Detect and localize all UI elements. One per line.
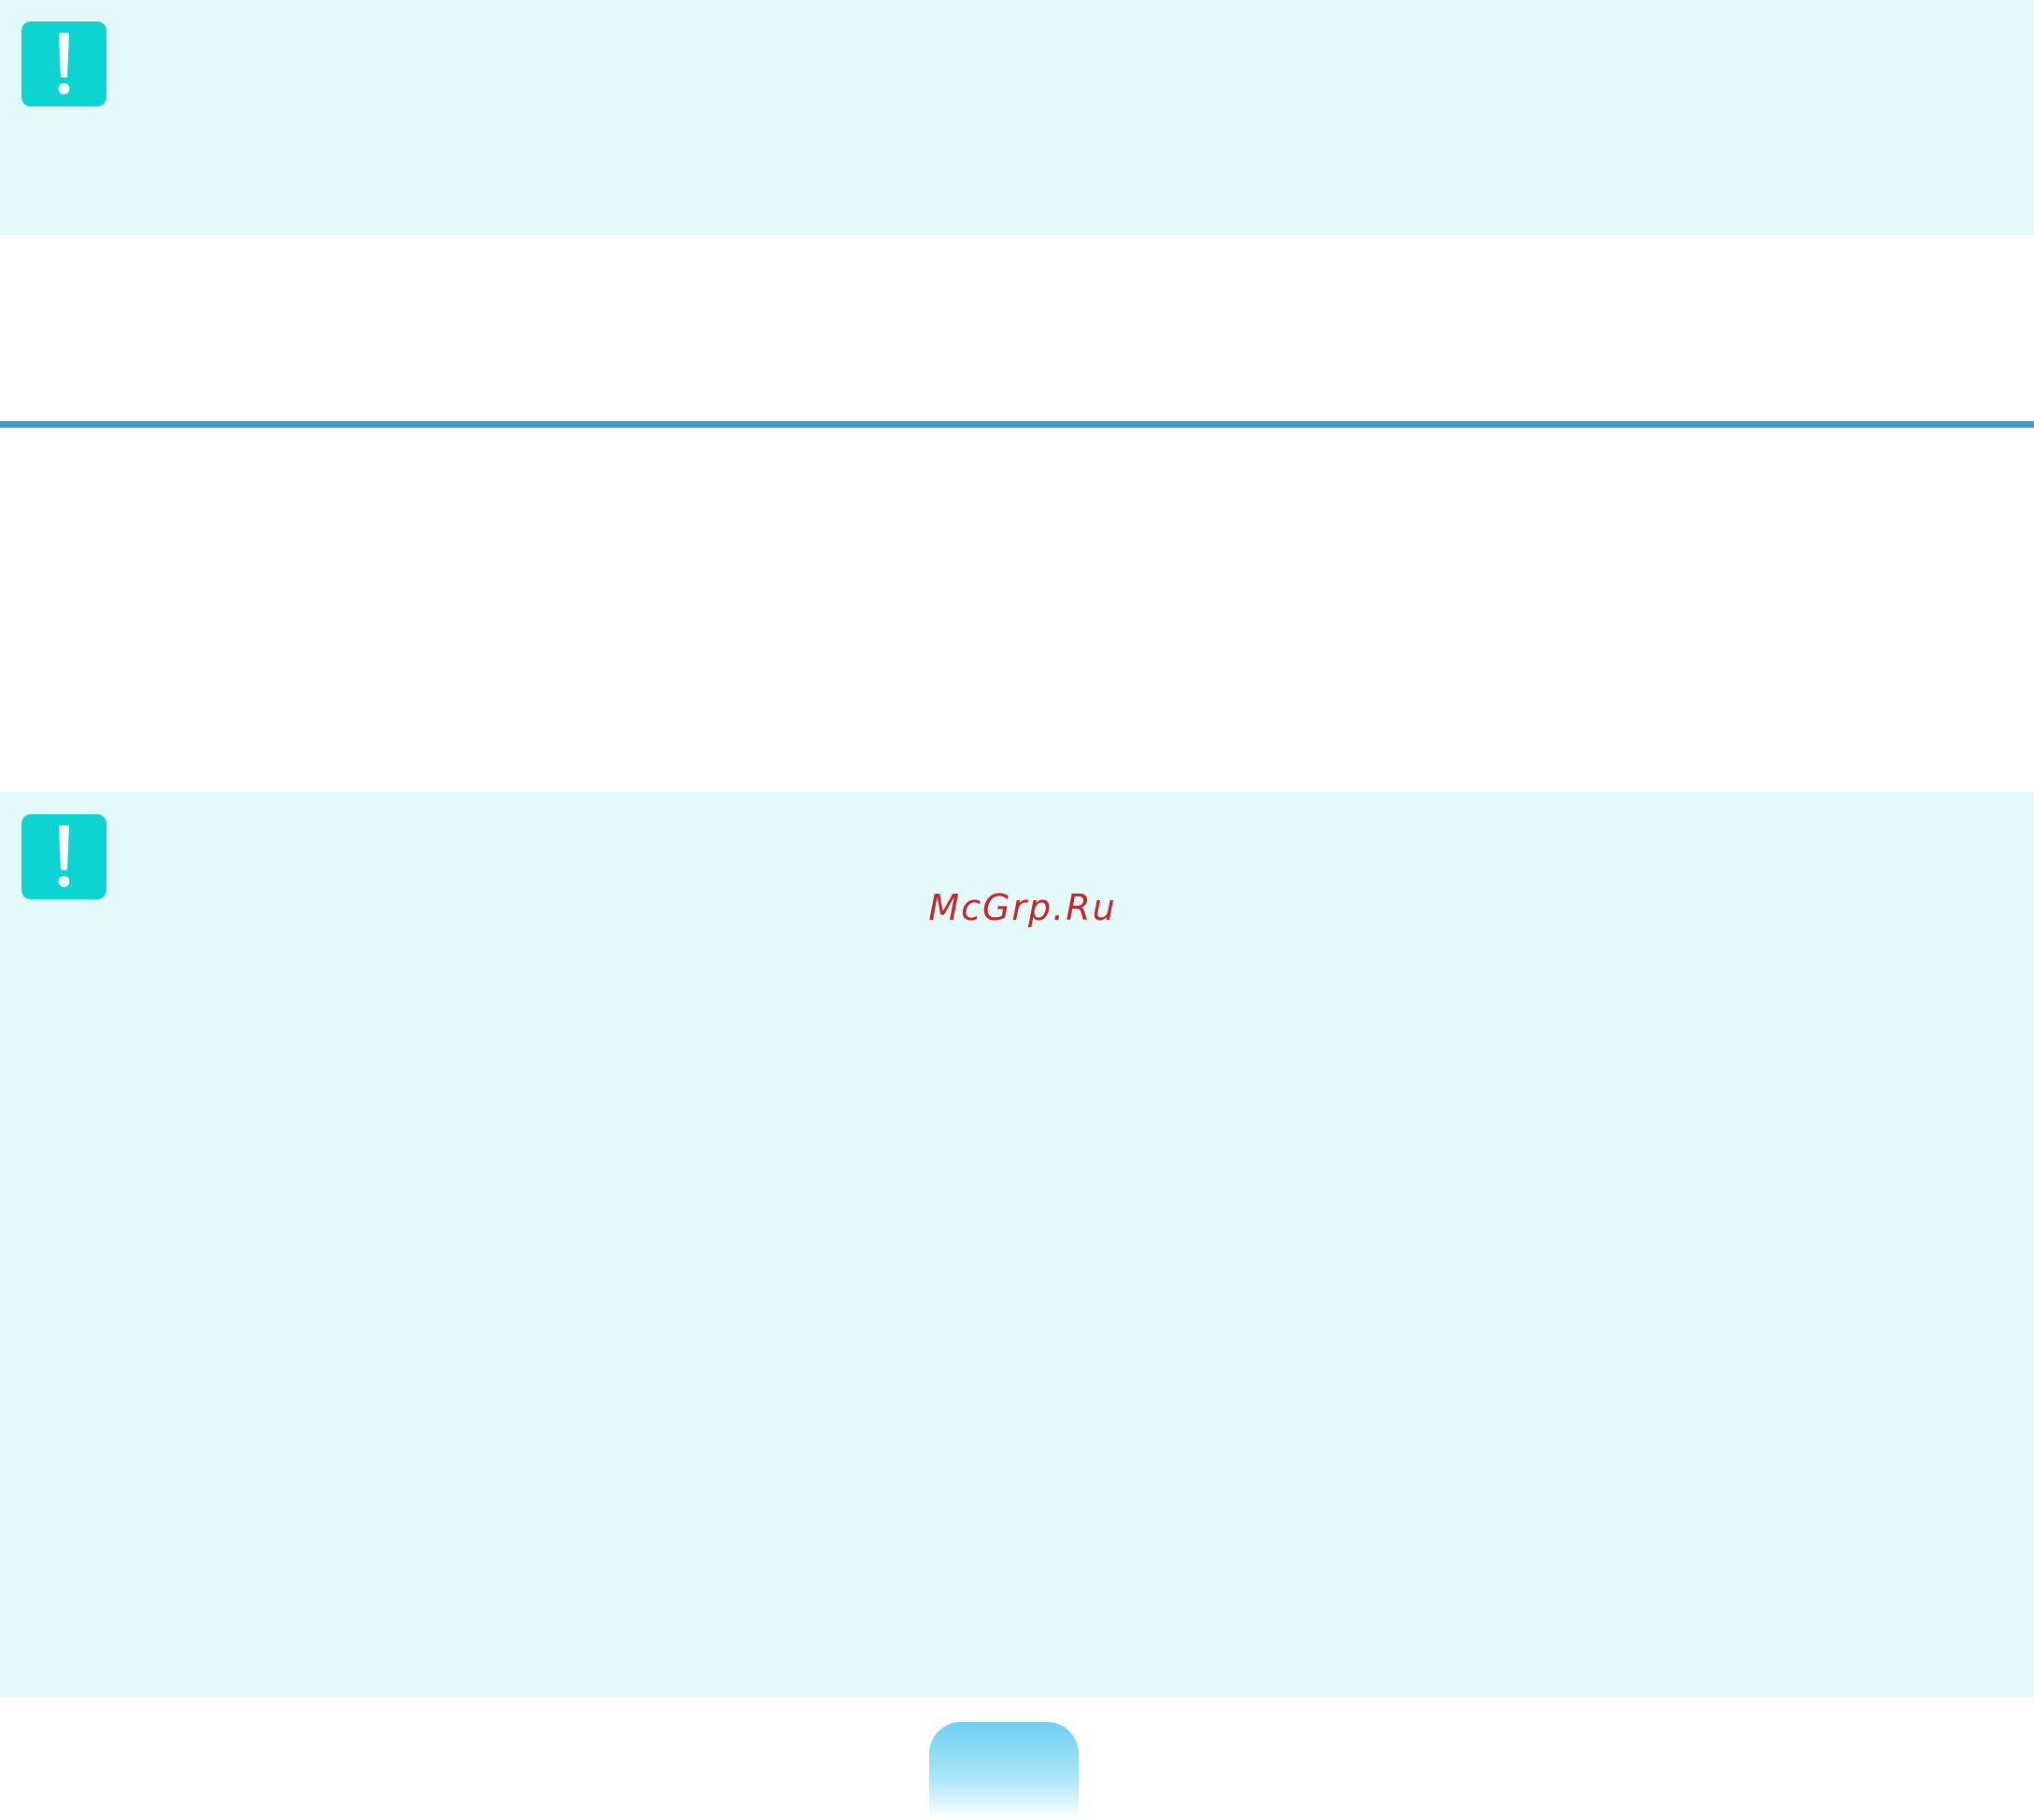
section-divider (0, 421, 2034, 428)
exclamation-warning-icon (21, 814, 106, 899)
page-number-tab (929, 1722, 1079, 1820)
exclamation-warning-icon (21, 21, 106, 106)
watermark-text: McGrp.Ru (928, 887, 1117, 928)
caution-callout-top (0, 0, 2034, 235)
